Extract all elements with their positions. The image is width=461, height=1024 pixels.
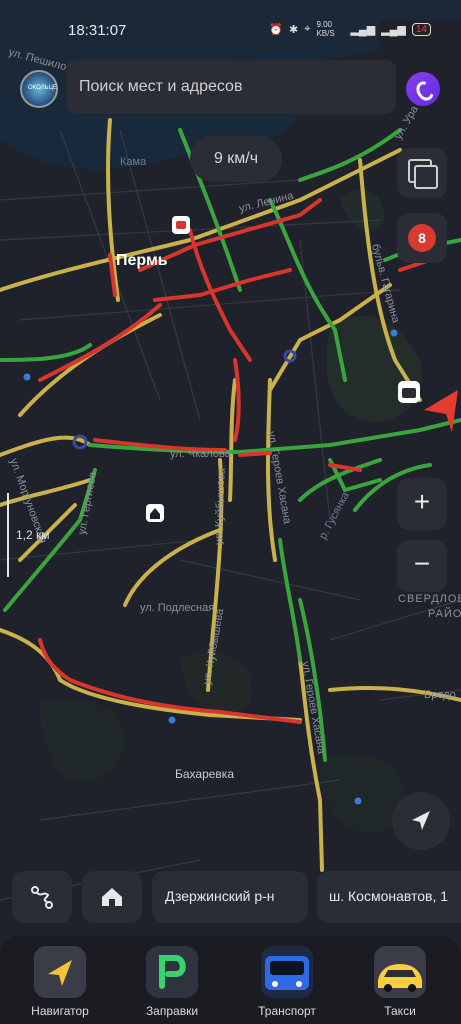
label-bakharevka: Бахаревка [175,767,234,781]
tab-fuel-label: Заправки [145,1004,199,1018]
net-speed: 9.00 KB/S [316,20,335,38]
search-bar: ОКОЛЬЦЕ Поиск мест и адресов [14,60,448,118]
status-bar: 18:31:07 ⏰ ✱ ⌖ 9.00 KB/S ▂▄▆ ▂▄▆ 14 [0,0,461,60]
label-podlesnaya: ул. Подлесная [140,602,214,614]
label-perm: Пермь [116,252,168,269]
home-icon [102,888,122,906]
alice-voice-icon[interactable] [406,72,440,106]
shortcut-dzerzhinsky-label: Дзержинский р-н [165,888,275,904]
fuel-p-icon [146,946,198,998]
tab-navigator-label: Навигатор [31,1004,89,1018]
map-scale-label: 1,2 км [16,528,50,542]
taxi-car-icon [374,946,426,998]
traffic-button[interactable]: 8 [397,213,447,263]
status-icons: ⏰ ✱ ⌖ 9.00 KB/S ▂▄▆ ▂▄▆ 14 [269,20,431,38]
avatar-text: ОКОЛЬЦЕ [28,85,58,91]
my-location-button[interactable] [392,792,450,850]
label-kama: Кама [120,156,147,168]
bottom-tab-bar: Навигатор Заправки Транспорт Такси [0,936,461,1024]
label-chkalova: ул. Чкалова [170,448,232,460]
tab-transport-label: Транспорт [258,1004,316,1018]
zoom-in-button[interactable]: + [397,478,447,530]
tab-taxi[interactable]: Такси [355,946,445,1018]
location-arrow-icon [412,811,430,830]
tab-taxi-label: Такси [384,1004,416,1018]
signal-2-icon: ▂▄▆ [381,23,406,36]
speed-indicator: 9 км/ч [190,136,282,182]
label-rayon: РАЙО [428,607,461,620]
alarm-icon: ⏰ [269,23,284,36]
route-shortcut-button[interactable] [12,871,72,923]
tab-transport[interactable]: Транспорт [242,946,332,1018]
tab-navigator[interactable]: Навигатор [15,946,105,1018]
status-time: 18:31:07 [68,22,127,39]
zoom-out-button[interactable]: − [397,540,447,592]
shortcut-dzerzhinsky[interactable]: Дзержинский р-н [152,871,308,923]
label-brodovo: Бродо [424,689,456,701]
home-shortcut-button[interactable] [82,871,142,923]
plus-icon: + [413,486,431,517]
battery-indicator: 14 [411,22,431,36]
route-icon [31,886,53,909]
bluetooth-icon: ✱ [289,23,299,36]
traffic-level-badge: 8 [408,224,436,252]
shortcut-row: Дзержинский р-н ш. Космонавтов, 1 [0,871,461,925]
bus-icon [261,946,313,998]
map-scale-bar [7,493,11,577]
avatar[interactable]: ОКОЛЬЦЕ [20,70,58,108]
label-sverdlovskiy: СВЕРДЛОВСКИЙ [398,592,461,605]
minus-icon: − [413,548,431,579]
shortcut-kosmonavtov-label: ш. Космонавтов, 1 [329,888,449,904]
layers-button[interactable] [397,148,447,198]
navigator-arrow-icon [34,946,86,998]
tab-fuel[interactable]: Заправки [127,946,217,1018]
signal-icon: ▂▄▆ [350,23,376,36]
search-placeholder: Поиск мест и адресов [79,78,243,95]
location-icon: ⌖ [304,22,311,35]
shortcut-kosmonavtov[interactable]: ш. Космонавтов, 1 [317,871,461,923]
search-input[interactable]: Поиск мест и адресов [66,60,396,114]
